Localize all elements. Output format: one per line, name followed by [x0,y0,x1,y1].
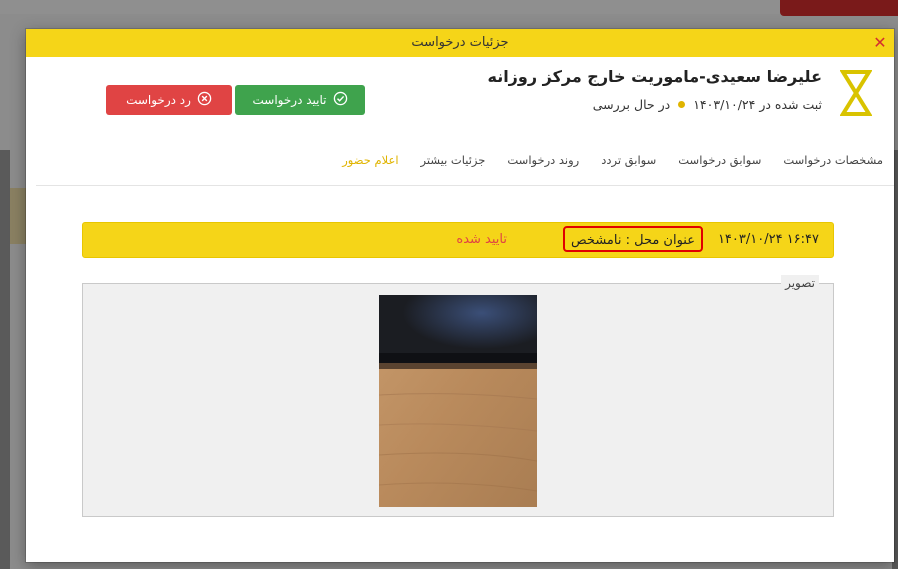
modal-title: جزئیات درخواست [411,35,509,50]
reject-request-button[interactable]: رد درخواست [106,85,232,115]
approve-request-button[interactable]: تایید درخواست [235,85,365,115]
attendance-image-box: تصویر [82,275,834,517]
close-icon[interactable]: ✕ [870,33,890,53]
tab-traffic-history[interactable]: سوابق تردد [590,149,667,171]
detail-tabs: مشخصات درخواست سوابق درخواست سوابق تردد … [331,149,894,171]
registered-date: ثبت شده در ۱۴۰۳/۱۰/۲۴ [693,97,822,112]
approve-request-label: تایید درخواست [252,93,327,107]
tab-request-history[interactable]: سوابق درخواست [667,149,772,171]
attendance-photo[interactable] [379,295,537,507]
attendance-location: عنوان محل : نامشخص [563,226,703,252]
tab-more-details[interactable]: جزئیات بیشتر [410,149,497,171]
hourglass-icon [839,69,873,117]
tab-attendance[interactable]: اعلام حضور [331,149,409,171]
background-red-tab [780,0,898,16]
reject-request-label: رد درخواست [126,93,191,107]
attendance-datetime: ۱۴۰۳/۱۰/۲۴ ۱۶:۴۷ [717,232,819,247]
background-topbar [0,0,898,14]
request-subtitle: ثبت شده در ۱۴۰۳/۱۰/۲۴ در حال بررسی [593,97,822,112]
request-status: در حال بررسی [592,97,671,112]
image-legend: تصویر [781,275,819,291]
x-circle-icon [197,91,212,109]
tab-request-specs[interactable]: مشخصات درخواست [772,149,894,171]
status-dot-icon [678,101,686,108]
background-left-strip [0,150,10,569]
attendance-status: تایید شده [456,232,507,247]
check-circle-icon [333,91,348,109]
attendance-record: ۱۴۰۳/۱۰/۲۴ ۱۶:۴۷ عنوان محل : نامشخص تایی… [82,222,834,258]
request-title: علیرضا سعیدی-ماموریت خارج مرکز روزانه [487,67,822,86]
request-details-modal: جزئیات درخواست ✕ علیرضا سعیدی-ماموریت خا… [26,29,894,562]
tab-request-flow[interactable]: روند درخواست [496,149,590,171]
tabs-divider [36,185,894,186]
